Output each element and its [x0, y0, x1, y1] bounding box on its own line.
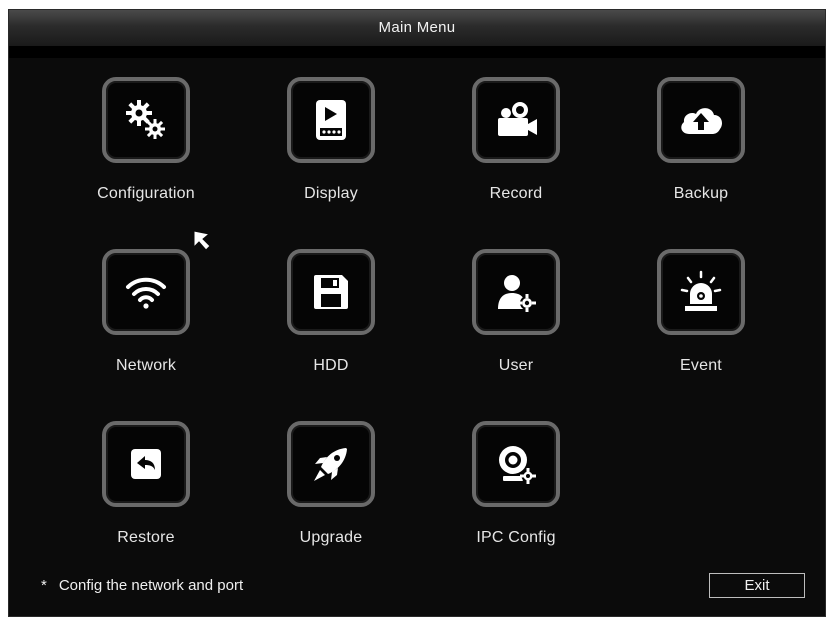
main-menu-window: Main Menu Configuration Display Record B… — [8, 9, 826, 617]
event-tile-frame — [657, 249, 745, 335]
network-tile-frame — [102, 249, 190, 335]
restore-tile-frame — [102, 421, 190, 507]
wifi-icon — [126, 277, 166, 309]
menu-item-label: Backup — [673, 185, 729, 202]
menu-item-ipc-config[interactable]: IPC Config — [436, 421, 596, 561]
menu-item-display[interactable]: Display — [251, 77, 411, 217]
rocket-icon — [314, 448, 347, 481]
menu-item-label: Configuration — [97, 185, 195, 202]
restore-icon — [131, 449, 161, 479]
upgrade-tile-frame — [287, 421, 375, 507]
alarm-siren-icon — [680, 270, 722, 311]
menu-item-label: Upgrade — [299, 529, 363, 546]
menu-item-label: Restore — [117, 529, 175, 546]
mouse-cursor-icon — [193, 230, 211, 251]
menu-item-event[interactable]: Event — [621, 249, 781, 389]
menu-item-label: Display — [304, 185, 358, 202]
menu-item-label: Record — [489, 185, 543, 202]
user-gear-icon — [498, 275, 536, 312]
menu-item-label: Network — [115, 357, 177, 374]
configuration-tile-frame — [102, 77, 190, 163]
hint-text: Config the network and port — [58, 577, 244, 594]
menu-item-label: HDD — [313, 357, 349, 374]
menu-item-restore[interactable]: Restore — [66, 421, 226, 561]
display-tile-frame — [287, 77, 375, 163]
user-tile-frame — [472, 249, 560, 335]
menu-item-configuration[interactable]: Configuration — [66, 77, 226, 217]
record-tile-frame — [472, 77, 560, 163]
backup-tile-frame — [657, 77, 745, 163]
floppy-icon — [314, 275, 348, 309]
menu-item-user[interactable]: User — [436, 249, 596, 389]
menu-item-label: IPC Config — [476, 529, 556, 546]
exit-button[interactable]: Exit — [709, 573, 805, 598]
menu-item-record[interactable]: Record — [436, 77, 596, 217]
cloud-upload-icon — [681, 108, 722, 134]
window-title: Main Menu — [9, 10, 825, 46]
status-hint: * Config the network and port — [41, 577, 243, 594]
menu-item-upgrade[interactable]: Upgrade — [251, 421, 411, 561]
menu-item-network[interactable]: Network — [66, 249, 226, 389]
hdd-tile-frame — [287, 249, 375, 335]
menu-item-label: User — [498, 357, 534, 374]
menu-item-backup[interactable]: Backup — [621, 77, 781, 217]
ipc-config-tile-frame — [472, 421, 560, 507]
gears-icon — [126, 100, 165, 139]
display-icon — [316, 100, 346, 140]
menu-item-hdd[interactable]: HDD — [251, 249, 411, 389]
menu-item-label: Event — [680, 357, 722, 374]
hint-marker: * — [41, 577, 47, 594]
ipcam-gear-icon — [499, 446, 536, 484]
camera-icon — [498, 102, 537, 136]
title-divider — [9, 46, 825, 58]
